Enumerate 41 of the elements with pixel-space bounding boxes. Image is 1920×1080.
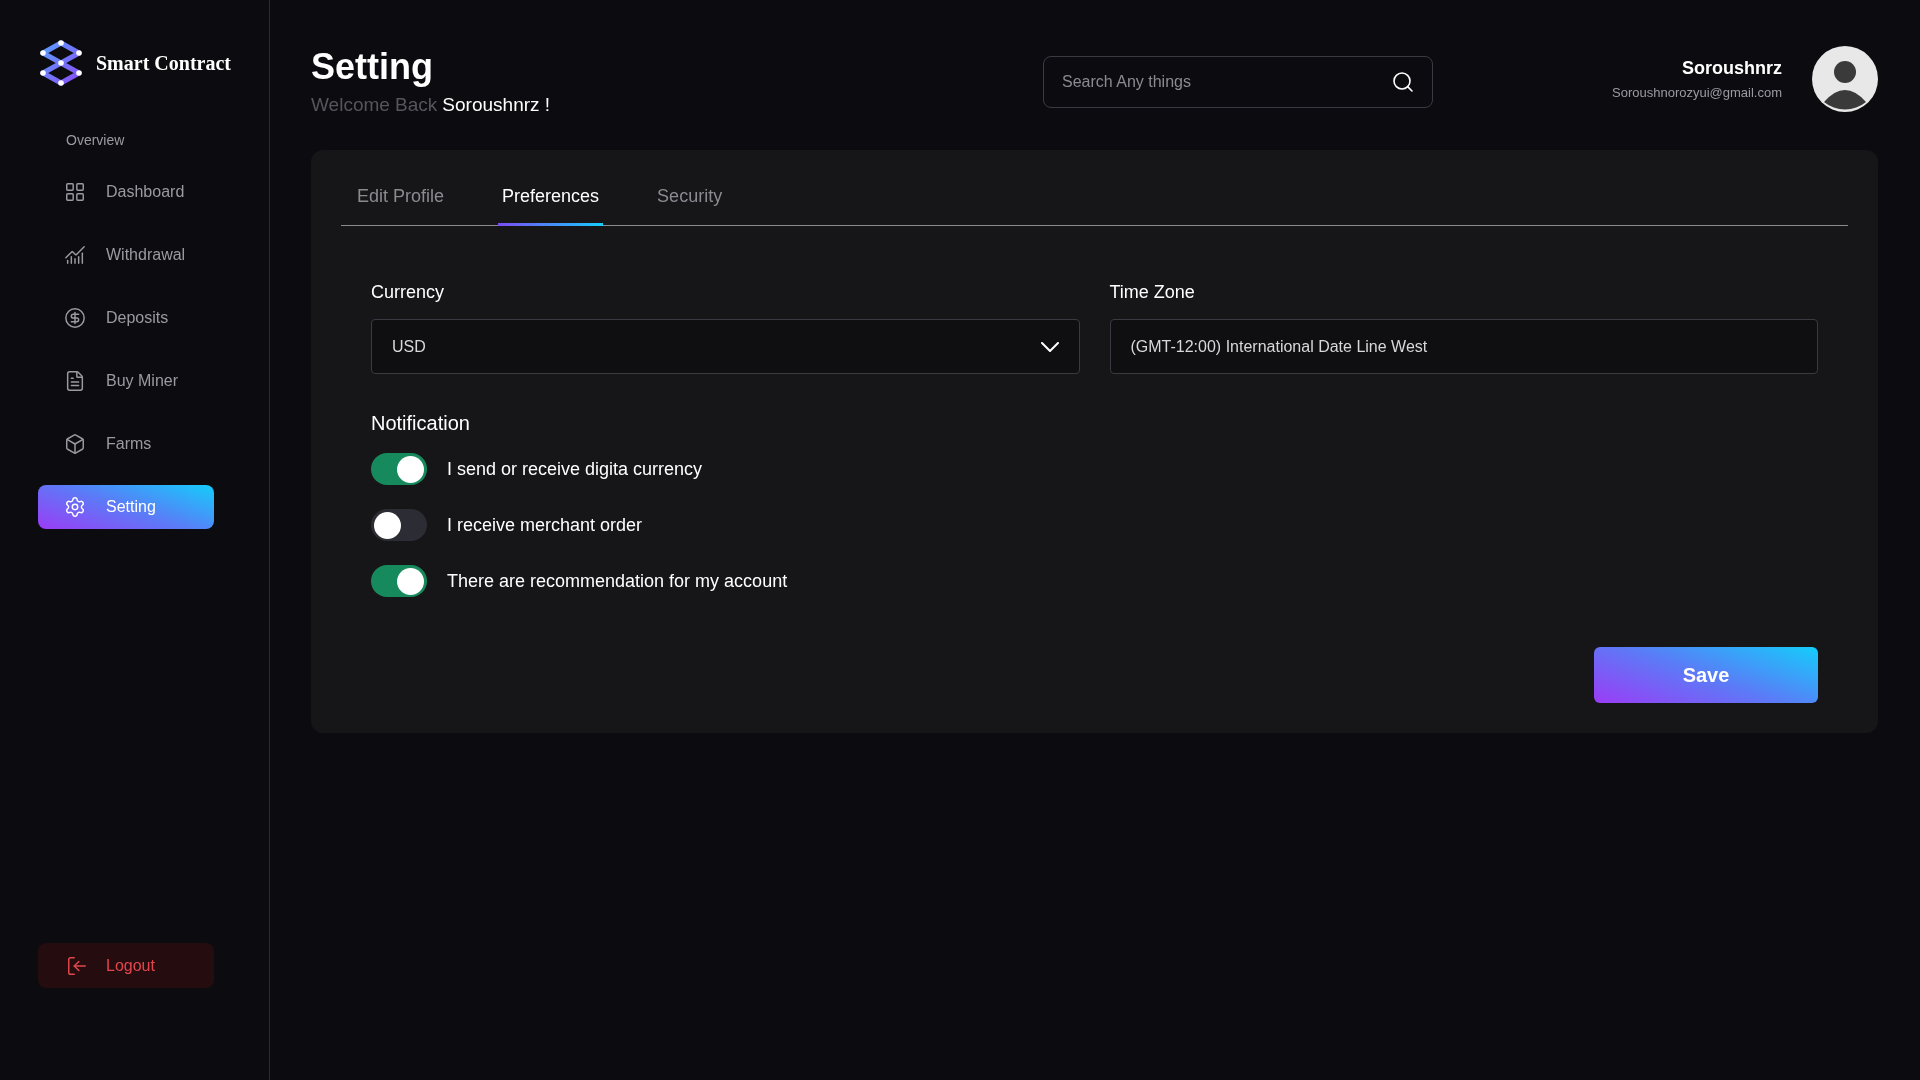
sidebar-item[interactable]: Farms	[38, 422, 214, 466]
sidebar-item[interactable]: Dashboard	[38, 170, 214, 214]
section-title: Notification	[371, 412, 471, 435]
sidebar-item[interactable]: Withdrawal	[38, 233, 214, 277]
field-label: Currency	[371, 282, 446, 303]
avatar[interactable]	[1812, 46, 1878, 112]
option-label: I receive merchant order	[447, 514, 643, 536]
document-icon	[64, 370, 86, 392]
search-field[interactable]: Search Any things	[1043, 56, 1433, 108]
settings-icon	[64, 496, 86, 518]
sidebar-item[interactable]: Buy Miner	[38, 359, 214, 403]
section-label: Overview	[66, 132, 126, 148]
tab[interactable]: Edit Profile	[353, 174, 449, 226]
save-button[interactable]: Save	[1594, 647, 1818, 703]
tab[interactable]: Security	[653, 174, 727, 226]
sidebar-item[interactable]: Deposits	[38, 296, 214, 340]
grid-icon	[64, 181, 86, 203]
search-icon[interactable]	[1391, 70, 1415, 94]
option-label: There are recommendation for my account	[447, 570, 788, 592]
option-label: I send or receive digita currency	[447, 458, 703, 480]
logo-icon	[38, 40, 84, 86]
time-zone-field[interactable]: (GMT-12:00) International Date Line West	[1109, 319, 1818, 374]
page-title: Setting	[311, 46, 434, 88]
toggle-switch[interactable]	[371, 565, 427, 597]
username-text: Soroushnrz !	[442, 94, 551, 116]
chevron-icon	[1040, 341, 1059, 352]
brand-name: Smart Contract	[96, 51, 231, 75]
chart-icon	[64, 244, 86, 266]
dollar-icon	[64, 307, 86, 329]
sidebar-item[interactable]: Setting	[38, 485, 214, 529]
logout-icon	[66, 954, 88, 977]
logout-button[interactable]: Logout	[38, 943, 214, 988]
user-name: Soroushnrz	[1682, 58, 1782, 79]
toggle-switch[interactable]	[371, 509, 427, 541]
user-email: Soroushnorozyui@gmail.com	[1612, 85, 1782, 100]
welcome-text: Welcome Back	[311, 94, 438, 116]
toggle-switch[interactable]	[371, 453, 427, 485]
field-label: Time Zone	[1109, 282, 1196, 303]
tab[interactable]: Preferences	[498, 174, 604, 226]
box-icon	[64, 433, 86, 455]
currency-dropdown[interactable]: USD	[371, 319, 1080, 374]
